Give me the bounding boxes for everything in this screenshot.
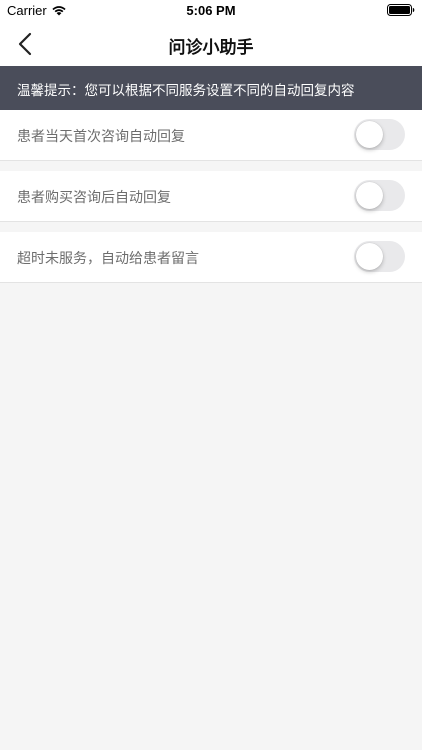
setting-row-timeout-message: 超时未服务，自动给患者留言 bbox=[0, 232, 422, 283]
navigation-bar: 问诊小助手 bbox=[0, 22, 422, 66]
tip-text: 温馨提示：您可以根据不同服务设置不同的自动回复内容 bbox=[17, 83, 355, 99]
clock: 5:06 PM bbox=[186, 3, 236, 18]
toggle-knob bbox=[356, 243, 383, 270]
timeout-auto-message-toggle[interactable] bbox=[354, 241, 405, 272]
tip-banner: 温馨提示：您可以根据不同服务设置不同的自动回复内容 bbox=[0, 66, 422, 110]
setting-label: 超时未服务，自动给患者留言 bbox=[17, 251, 199, 267]
setting-row-first-consult: 患者当天首次咨询自动回复 bbox=[0, 110, 422, 161]
page-title: 问诊小助手 bbox=[168, 38, 254, 58]
setting-row-after-purchase: 患者购买咨询后自动回复 bbox=[0, 171, 422, 222]
setting-label: 患者当天首次咨询自动回复 bbox=[17, 129, 185, 145]
setting-label: 患者购买咨询后自动回复 bbox=[17, 190, 171, 206]
battery-icon bbox=[387, 4, 415, 16]
first-consult-auto-reply-toggle[interactable] bbox=[354, 119, 405, 150]
toggle-knob bbox=[356, 182, 383, 209]
toggle-knob bbox=[356, 121, 383, 148]
status-bar: Carrier 5:06 PM bbox=[0, 0, 422, 22]
after-purchase-auto-reply-toggle[interactable] bbox=[354, 180, 405, 211]
